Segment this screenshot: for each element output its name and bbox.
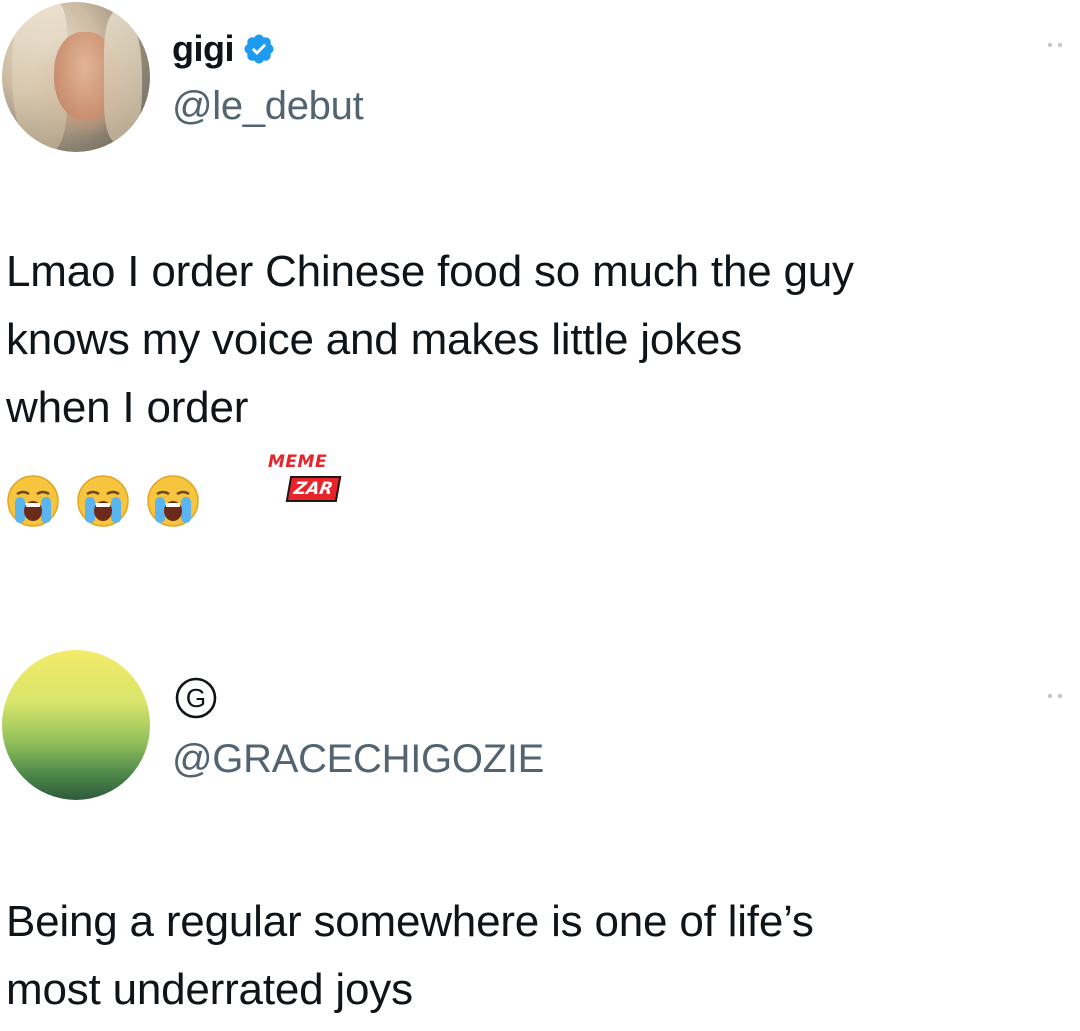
watermark-line-1: MEME — [268, 452, 328, 472]
loudly-crying-face-icon — [147, 475, 199, 527]
author-row: gigi — [172, 24, 276, 74]
tweet-card: G @GRACECHIGOZIE Being a regular somewhe… — [0, 640, 1080, 1031]
tweet-text: Being a regular somewhere is one of life… — [6, 897, 814, 1014]
loudly-crying-face-icon — [77, 475, 129, 527]
emoji-row — [6, 474, 200, 528]
loudly-crying-face-icon — [7, 475, 59, 527]
author-row: G — [172, 673, 218, 723]
display-name[interactable]: gigi — [172, 28, 234, 70]
avatar[interactable] — [2, 2, 150, 152]
verified-badge-icon — [244, 34, 274, 64]
tweet-card: gigi @le_debut Lmao I order Chinese food… — [0, 0, 1080, 600]
watermark-line-2: ZAR — [285, 476, 341, 502]
avatar-hair-right — [104, 12, 142, 142]
user-handle[interactable]: @le_debut — [172, 84, 364, 129]
user-handle[interactable]: @GRACECHIGOZIE — [172, 737, 544, 782]
svg-text:G: G — [186, 683, 206, 713]
avatar[interactable] — [2, 650, 150, 800]
more-options-icon[interactable] — [1046, 692, 1066, 700]
circled-g-name-icon[interactable]: G — [174, 676, 218, 720]
watermark-logo: MEME ZAR — [268, 452, 350, 504]
more-options-icon[interactable] — [1046, 41, 1066, 49]
tweet-text: Lmao I order Chinese food so much the gu… — [6, 247, 854, 432]
